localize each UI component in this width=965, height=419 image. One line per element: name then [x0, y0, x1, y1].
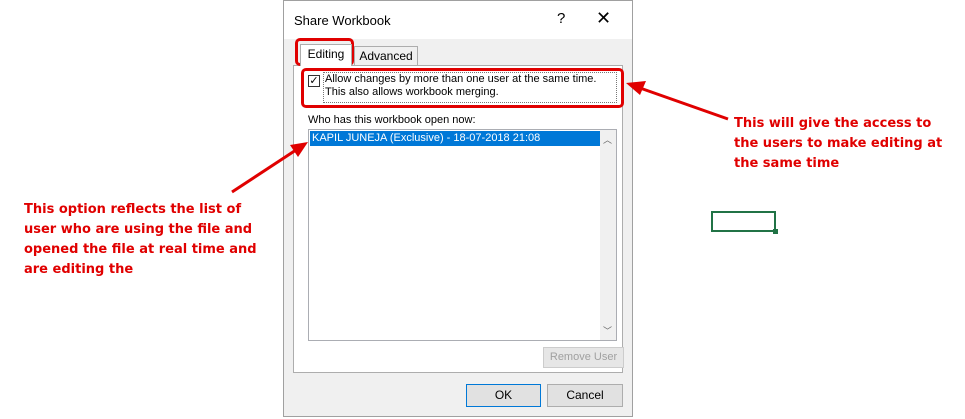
right-arrow-line — [639, 86, 729, 121]
fill-handle[interactable] — [773, 229, 778, 234]
selected-cell[interactable] — [711, 211, 776, 232]
left-arrow-line — [231, 148, 297, 194]
tab-editing[interactable]: Editing — [300, 44, 352, 66]
left-arrow-head — [290, 142, 308, 157]
annotation-right: This will give the access to the users t… — [734, 116, 943, 171]
annotation-left: This option reflects the list of user wh… — [24, 202, 257, 277]
right-arrow-head — [626, 81, 646, 95]
